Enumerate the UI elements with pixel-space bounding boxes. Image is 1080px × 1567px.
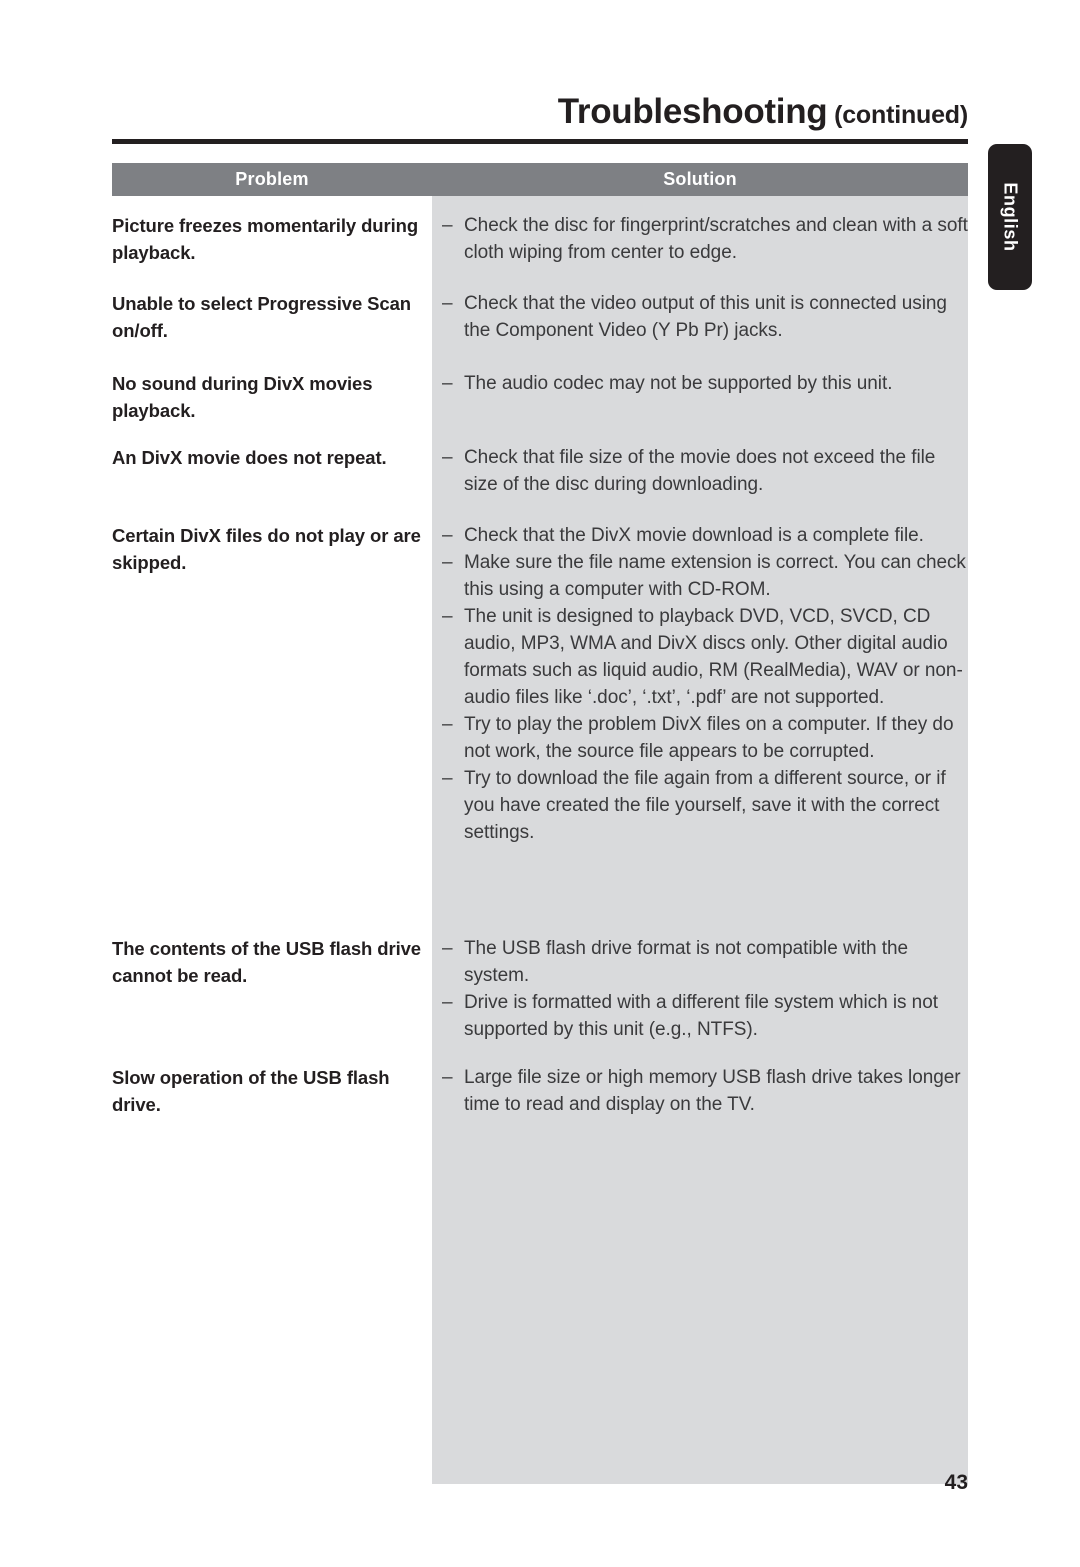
solution-text: Check that file size of the movie does n…: [464, 447, 936, 495]
solution-bullet: – The audio codec may not be supported by…: [442, 370, 968, 397]
table-header-row: Problem Solution: [112, 163, 968, 196]
solution-text: The audio codec may not be supported by …: [464, 373, 893, 394]
page-number: 43: [944, 1471, 968, 1494]
solution-text: Large file size or high memory USB flash…: [464, 1067, 961, 1115]
bullet-dash-icon: –: [442, 525, 453, 546]
solution-cell: – Check that file size of the movie does …: [432, 444, 968, 498]
table-body: Picture freezes momentarily during playb…: [112, 196, 968, 1484]
bullet-dash-icon: –: [442, 447, 453, 468]
bullet-dash-icon: –: [442, 373, 453, 394]
bullet-dash-icon: –: [442, 293, 453, 314]
solution-bullet: – Try to download the file again from a d…: [442, 765, 968, 846]
bullet-dash-icon: –: [442, 606, 453, 627]
problem-cell: Slow operation of the USB flash drive.: [112, 1067, 390, 1115]
solution-cell: – Check that the DivX movie download is a…: [432, 522, 968, 846]
solution-text: Check the disc for fingerprint/scratches…: [464, 215, 968, 263]
solution-text: Check that the DivX movie download is a …: [464, 525, 924, 546]
solution-bullet: – Check the disc for fingerprint/scratche…: [442, 212, 968, 266]
solution-bullet: – The unit is designed to playback DVD, V…: [442, 603, 968, 711]
solution-cell: – Check the disc for fingerprint/scratche…: [432, 212, 968, 266]
solution-text: Try to download the file again from a di…: [464, 768, 946, 843]
column-header-solution: Solution: [663, 169, 737, 189]
solution-bullet: – Check that the video output of this uni…: [442, 290, 968, 344]
solution-bullet: – Try to play the problem DivX files on a…: [442, 711, 968, 765]
language-side-tab: English: [988, 144, 1032, 290]
problem-cell: The contents of the USB flash drive cann…: [112, 938, 421, 986]
solution-cell: – Large file size or high memory USB flas…: [432, 1064, 968, 1118]
bullet-dash-icon: –: [442, 215, 453, 236]
solution-bullet: – Large file size or high memory USB flas…: [442, 1064, 968, 1118]
troubleshooting-table: Problem Solution Picture freezes momenta…: [112, 163, 968, 1484]
column-header-problem: Problem: [235, 169, 309, 189]
bullet-dash-icon: –: [442, 714, 453, 735]
page-title-main: Troubleshooting: [557, 92, 828, 131]
table-row: Picture freezes momentarily during playb…: [112, 212, 968, 266]
solution-text: The unit is designed to playback DVD, VC…: [464, 606, 963, 708]
solution-text: The USB flash drive format is not compat…: [464, 938, 909, 986]
solution-cell: – The USB flash drive format is not compa…: [432, 935, 968, 1043]
problem-cell: Certain DivX files do not play or are sk…: [112, 525, 421, 573]
problem-cell: Unable to select Progressive Scan on/off…: [112, 293, 411, 341]
bullet-dash-icon: –: [442, 1067, 453, 1088]
solution-text: Make sure the file name extension is cor…: [464, 552, 966, 600]
table-row: No sound during DivX movies playback. – Th…: [112, 370, 968, 424]
solution-cell: – The audio codec may not be supported by…: [432, 370, 968, 424]
bullet-dash-icon: –: [442, 992, 453, 1013]
bullet-dash-icon: –: [442, 938, 453, 959]
table-row: An DivX movie does not repeat. – Check tha…: [112, 444, 968, 498]
page-title-suffix: (continued): [827, 101, 968, 129]
solution-text: Try to play the problem DivX files on a …: [464, 714, 954, 762]
table-row: The contents of the USB flash drive cann…: [112, 935, 968, 1043]
solution-text: Drive is formatted with a different file…: [464, 992, 938, 1040]
bullet-dash-icon: –: [442, 768, 453, 789]
table-row: Certain DivX files do not play or are sk…: [112, 522, 968, 846]
language-side-tab-label: English: [1000, 182, 1021, 252]
solution-bullet: – Make sure the file name extension is co…: [442, 549, 968, 603]
title-divider-rule: [112, 139, 968, 145]
solution-bullet: – The USB flash drive format is not compa…: [442, 935, 968, 989]
page-title: Troubleshooting (continued): [112, 92, 968, 132]
solution-cell: – Check that the video output of this uni…: [432, 290, 968, 344]
problem-cell: No sound during DivX movies playback.: [112, 373, 373, 421]
solution-text: Check that the video output of this unit…: [464, 293, 947, 341]
table-row: Slow operation of the USB flash drive. – L…: [112, 1064, 968, 1118]
solution-bullet: – Check that file size of the movie does …: [442, 444, 968, 498]
table-row: Unable to select Progressive Scan on/off…: [112, 290, 968, 344]
solution-bullet: – Drive is formatted with a different fil…: [442, 989, 968, 1043]
solution-bullet: – Check that the DivX movie download is a…: [442, 522, 968, 549]
problem-cell: An DivX movie does not repeat.: [112, 447, 387, 468]
bullet-dash-icon: –: [442, 552, 453, 573]
problem-cell: Picture freezes momentarily during playb…: [112, 215, 419, 263]
